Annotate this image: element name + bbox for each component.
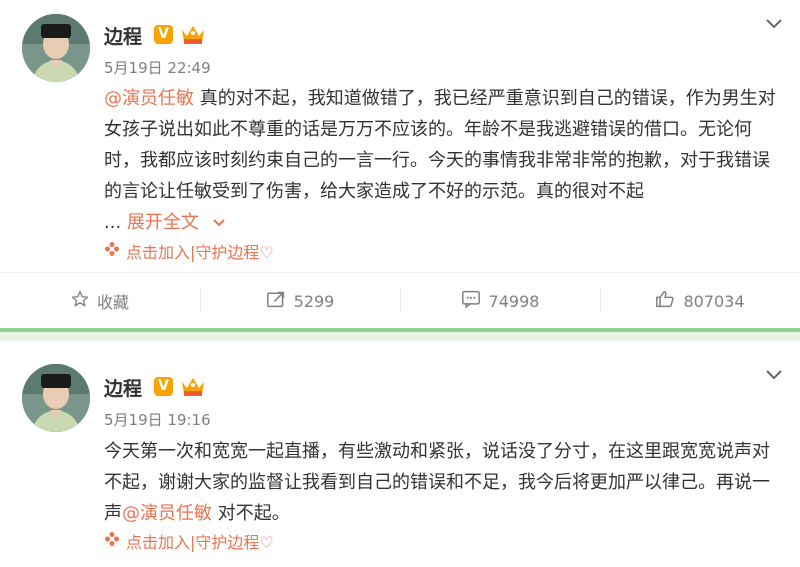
vip-crown-icon — [180, 22, 206, 50]
comment-button[interactable]: 74998 — [400, 273, 600, 329]
guard-link[interactable]: 点击加入|守护边程♡ — [104, 529, 274, 553]
guard-label: 点击加入|守护边程♡ — [126, 243, 274, 262]
guard-link[interactable]: 点击加入|守护边程♡ — [104, 239, 274, 263]
vip-crown-icon — [180, 374, 206, 402]
repost-count: 5299 — [293, 291, 335, 311]
like-button[interactable]: 807034 — [600, 273, 800, 329]
repost-button[interactable]: 5299 — [200, 273, 400, 329]
post-text-tail: 对不起。 — [212, 503, 290, 524]
avatar[interactable] — [22, 364, 90, 432]
star-icon — [71, 290, 89, 312]
repost-icon — [266, 290, 286, 312]
ellipsis: ... — [104, 212, 122, 233]
post-text-content: 真的对不起，我知道做错了，我已经严重意识到自己的错误，作为男生对女孩子说出如此不… — [104, 88, 776, 202]
comment-count: 74998 — [488, 291, 540, 311]
expand-full-text-link[interactable]: 展开全文 — [127, 212, 199, 233]
post-divider — [0, 328, 800, 341]
avatar-image — [22, 364, 90, 432]
avatar[interactable] — [22, 14, 90, 82]
flower-icon — [104, 241, 120, 261]
post-time[interactable]: 5月19日 19:16 — [104, 409, 211, 430]
post-time[interactable]: 5月19日 22:49 — [104, 57, 211, 78]
favorite-button[interactable]: 收藏 — [0, 273, 200, 329]
like-count: 807034 — [683, 291, 745, 311]
author-name[interactable]: 边程 — [104, 22, 142, 49]
action-bar: 收藏 5299 74998 807034 — [0, 272, 800, 329]
expand-chevron-icon[interactable] — [211, 208, 227, 239]
post-text: 今天第一次和宽宽一起直播，有些激动和紧张，说话没了分寸，在这里跟宽宽说声对不起，… — [104, 436, 784, 529]
avatar-image — [22, 14, 90, 82]
favorite-label: 收藏 — [96, 293, 129, 312]
chevron-down-icon[interactable] — [764, 367, 784, 381]
chevron-down-icon[interactable] — [764, 16, 784, 30]
author-name[interactable]: 边程 — [104, 374, 142, 401]
weibo-post: 边程 V 5月19日 22:49 @演员任敏 真的对不起，我知道做错了，我已经严… — [0, 0, 800, 328]
flower-icon — [104, 531, 120, 551]
guard-label: 点击加入|守护边程♡ — [126, 533, 274, 552]
verified-badge: V — [154, 377, 173, 396]
comment-icon — [461, 290, 481, 312]
mention-link[interactable]: @演员任敏 — [104, 88, 194, 109]
weibo-post: 边程 V 5月19日 19:16 今天第一次和宽宽一起直播，有些激动和紧张，说话… — [0, 341, 800, 567]
verified-badge: V — [154, 25, 173, 44]
mention-link[interactable]: @演员任敏 — [122, 503, 212, 524]
thumbs-up-icon — [655, 290, 675, 312]
post-text: @演员任敏 真的对不起，我知道做错了，我已经严重意识到自己的错误，作为男生对女孩… — [104, 83, 784, 239]
